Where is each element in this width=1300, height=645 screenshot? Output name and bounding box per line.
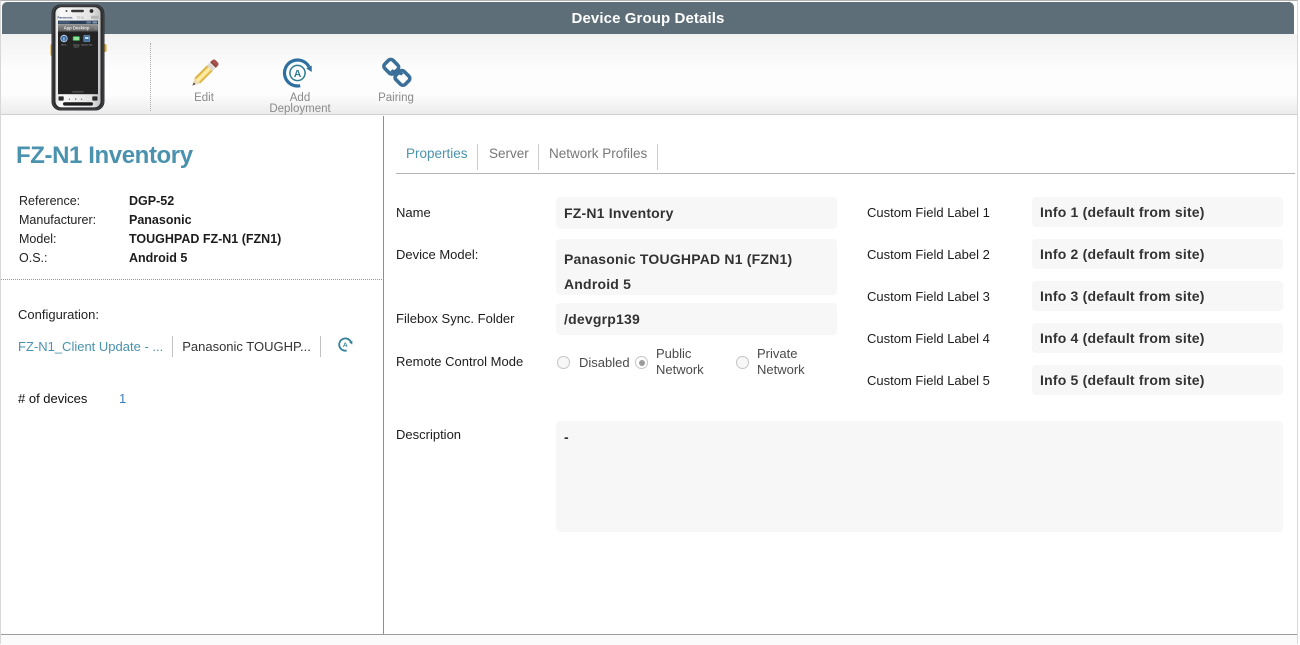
svg-text:FZ-N1: FZ-N1 — [77, 16, 84, 19]
svg-text:A: A — [294, 68, 302, 80]
svg-text:Panasonic: Panasonic — [58, 16, 73, 20]
svg-text:System Info: System Info — [81, 43, 93, 46]
svg-text:App Desktop: App Desktop — [64, 25, 90, 30]
svg-text:●: ● — [75, 97, 77, 101]
svg-text:Menu: Menu — [61, 44, 67, 46]
svg-text:Client: Client — [74, 46, 80, 49]
svg-text:panasonic: panasonic — [73, 91, 85, 94]
svg-text:A: A — [343, 342, 348, 349]
